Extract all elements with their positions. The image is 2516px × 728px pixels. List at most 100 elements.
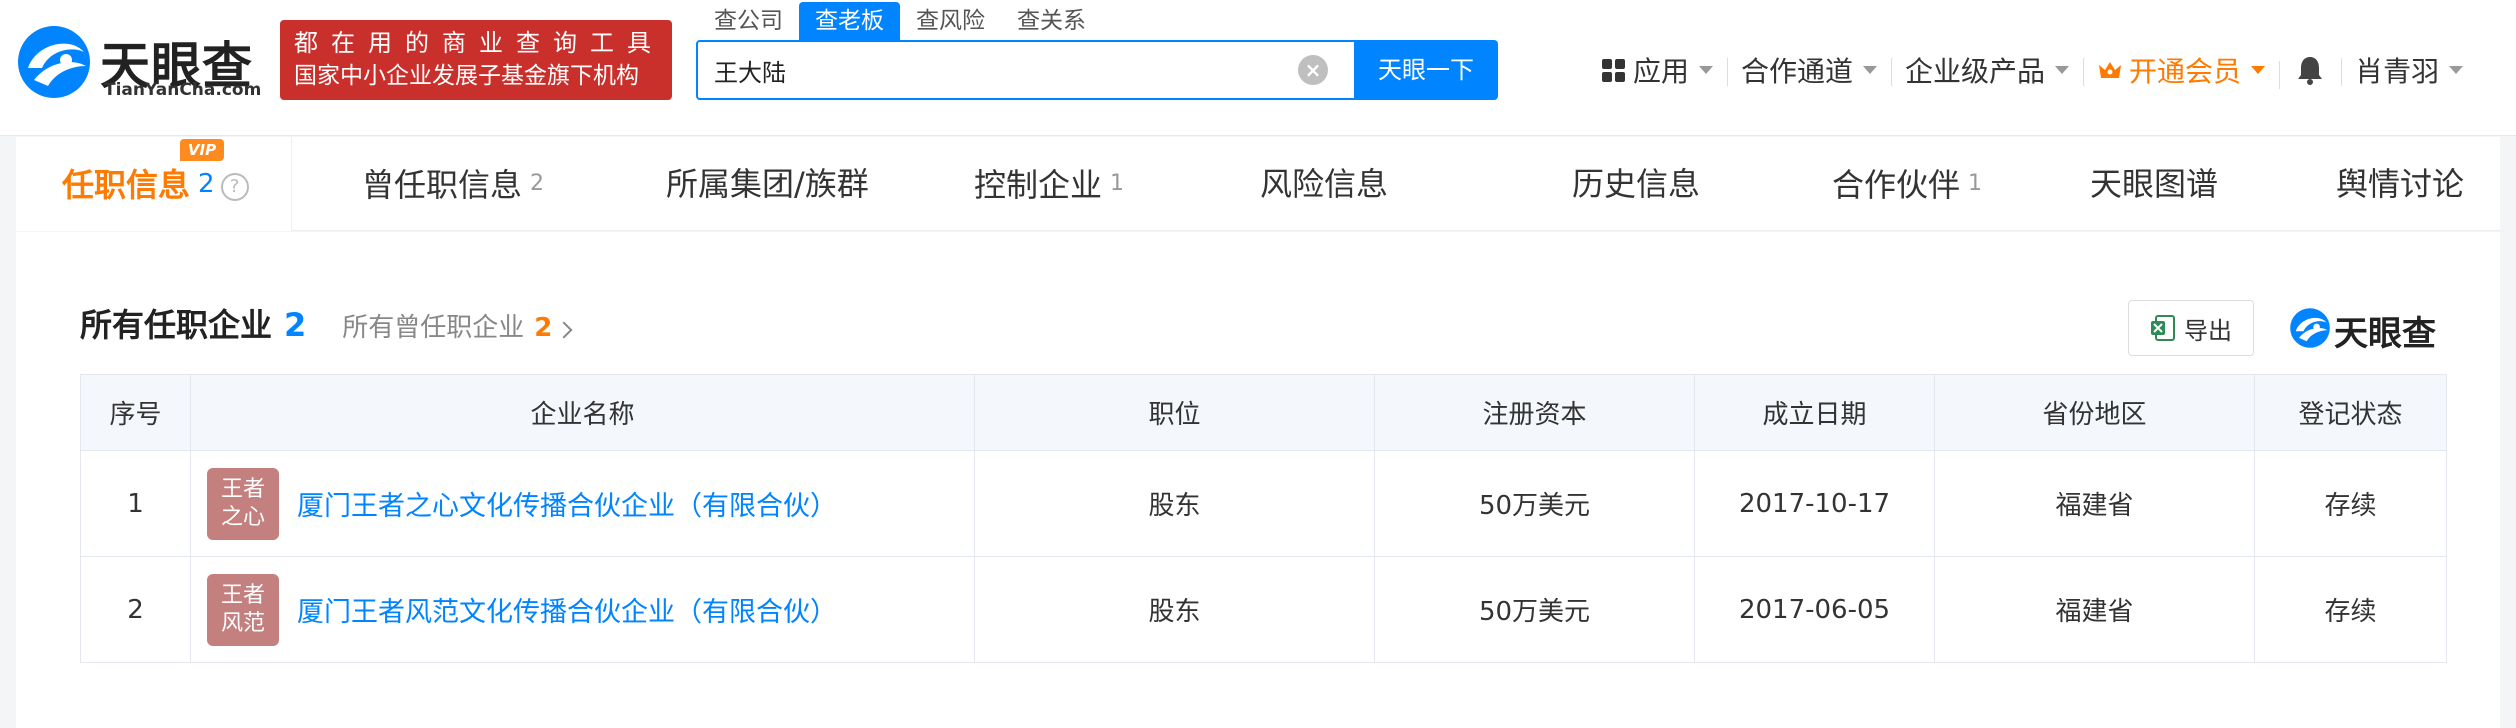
tab-label: 所属集团/族群	[666, 165, 869, 203]
search-box: × 天眼一下	[696, 40, 1498, 100]
cell-date: 2017-06-05	[1694, 556, 1935, 663]
cell-region: 福建省	[1934, 450, 2255, 557]
search-tab-company[interactable]: 查公司	[698, 2, 799, 40]
chevron-down-icon	[2251, 66, 2266, 74]
tab-partners[interactable]: 合作伙伴 1	[1832, 137, 1982, 231]
col-header-capital: 注册资本	[1374, 374, 1695, 451]
search-type-tabs: 查公司 查老板 查风险 查关系	[698, 2, 1102, 40]
search-tab-boss[interactable]: 查老板	[799, 2, 900, 40]
tab-label: 合作伙伴	[1832, 166, 1961, 204]
slogan-banner: 都在用的商业查询工具 国家中小企业发展子基金旗下机构	[280, 20, 672, 100]
section-count: 2	[284, 306, 307, 344]
export-label: 导出	[2184, 316, 2232, 345]
nav-channels-label: 合作通道	[1741, 55, 1854, 88]
tab-current-positions[interactable]: 任职信息 2?	[62, 137, 249, 231]
tianyancha-logo-icon	[2290, 308, 2330, 348]
brand-text: 天眼查	[2334, 314, 2436, 354]
tab-risk[interactable]: 风险信息	[1260, 137, 1388, 231]
nav-apps-label: 应用	[1633, 55, 1690, 88]
slogan-line-1: 都在用的商业查询工具	[294, 29, 664, 57]
cell-date: 2017-10-17	[1694, 450, 1935, 557]
table-row: 2 王者 风范 厦门王者风范文化传播合伙企业（有限合伙） 股东 50万美元 2017…	[80, 556, 2447, 663]
top-nav: 应用 合作通道 企业级产品 开通会员 肖青羽	[1588, 48, 2477, 92]
cell-capital: 50万美元	[1374, 556, 1695, 663]
tab-count: 1	[1110, 171, 1125, 196]
nav-notifications[interactable]	[2279, 53, 2341, 89]
tab-graph[interactable]: 天眼图谱	[2090, 137, 2218, 231]
tab-label: 风险信息	[1260, 165, 1389, 203]
tianyancha-logo-icon	[18, 26, 90, 98]
positions-table: 序号 企业名称 职位 注册资本 成立日期 省份地区 登记状态 1 王者 之心 厦门王…	[80, 374, 2447, 663]
chevron-down-icon	[2055, 66, 2070, 74]
tab-label: 历史信息	[1572, 165, 1701, 203]
avatar-line: 王者	[220, 582, 265, 608]
past-positions-link[interactable]: 所有曾任职企业	[342, 307, 524, 344]
search-tab-relation[interactable]: 查关系	[1001, 2, 1102, 40]
nav-user[interactable]: 肖青羽	[2341, 50, 2477, 90]
nav-channels[interactable]: 合作通道	[1727, 50, 1891, 90]
chevron-down-icon	[2449, 66, 2464, 74]
user-name: 肖青羽	[2355, 55, 2440, 88]
col-header-date: 成立日期	[1694, 374, 1935, 451]
brand-watermark: 天眼查	[2288, 302, 2468, 354]
tab-label: 控制企业	[974, 166, 1103, 204]
excel-icon	[2151, 315, 2175, 341]
col-header-status: 登记状态	[2254, 374, 2447, 451]
company-link[interactable]: 厦门王者之心文化传播合伙企业（有限合伙）	[297, 484, 837, 523]
company-link[interactable]: 厦门王者风范文化传播合伙企业（有限合伙）	[297, 590, 837, 629]
cell-index: 2	[80, 556, 191, 663]
chevron-down-icon	[1699, 66, 1714, 74]
site-logo[interactable]: 天眼查 TianYanCha.com	[14, 22, 264, 102]
top-header: 天眼查 TianYanCha.com 都在用的商业查询工具 国家中小企业发展子基…	[0, 0, 2516, 136]
past-positions-count: 2	[534, 313, 553, 343]
avatar-line: 王者	[220, 476, 265, 502]
avatar-line: 风范	[220, 610, 265, 636]
logo-text-en: TianYanCha.com	[104, 80, 262, 100]
clear-icon[interactable]: ×	[1298, 55, 1328, 85]
tab-label: 天眼图谱	[2090, 165, 2219, 203]
avatar-line: 之心	[220, 504, 265, 530]
col-header-region: 省份地区	[1934, 374, 2255, 451]
nav-vip-label: 开通会员	[2129, 55, 2242, 88]
tab-group[interactable]: 所属集团/族群	[666, 137, 869, 231]
bell-icon	[2298, 57, 2323, 85]
cell-company: 王者 之心 厦门王者之心文化传播合伙企业（有限合伙）	[190, 450, 975, 557]
cell-position: 股东	[974, 556, 1375, 663]
profile-tabbar: VIP 任职信息 2? 曾任职信息 2 所属集团/族群 控制企业 1 风险信息 历史信…	[16, 137, 2500, 231]
tab-past-positions[interactable]: 曾任职信息 2	[362, 137, 544, 231]
export-button[interactable]: 导出	[2128, 300, 2254, 356]
cell-status: 存续	[2254, 556, 2447, 663]
apps-grid-icon	[1602, 58, 1625, 82]
tab-label: 曾任职信息	[362, 166, 523, 204]
help-icon[interactable]: ?	[220, 173, 249, 201]
table-row: 1 王者 之心 厦门王者之心文化传播合伙企业（有限合伙） 股东 50万美元 2017…	[80, 450, 2447, 557]
company-avatar[interactable]: 王者 风范	[207, 573, 279, 646]
tab-controlled-companies[interactable]: 控制企业 1	[974, 137, 1124, 231]
cell-position: 股东	[974, 450, 1375, 557]
tab-history[interactable]: 历史信息	[1572, 137, 1700, 231]
nav-apps[interactable]: 应用	[1588, 50, 1727, 90]
crown-icon	[2099, 62, 2122, 78]
col-header-position: 职位	[974, 374, 1375, 451]
search-tab-risk[interactable]: 查风险	[900, 2, 1001, 40]
nav-vip[interactable]: 开通会员	[2083, 50, 2279, 90]
col-header-index: 序号	[80, 374, 191, 451]
table-header-row: 序号 企业名称 职位 注册资本 成立日期 省份地区 登记状态	[80, 374, 2447, 451]
chevron-right-icon[interactable]	[555, 321, 573, 339]
tab-discussion[interactable]: 舆情讨论	[2336, 137, 2464, 231]
search-button[interactable]: 天眼一下	[1354, 40, 1498, 100]
cell-index: 1	[80, 450, 191, 557]
tab-label: 舆情讨论	[2336, 165, 2465, 203]
tab-label: 任职信息	[62, 166, 191, 204]
tab-count: 2	[530, 171, 545, 196]
chevron-down-icon	[1863, 66, 1878, 74]
cell-status: 存续	[2254, 450, 2447, 557]
company-avatar[interactable]: 王者 之心	[207, 467, 279, 540]
main-content: 所有任职企业 2 所有曾任职企业 2 导出 天眼查 序号 企业名称 职位 注册资…	[16, 232, 2500, 728]
section-title: 所有任职企业	[80, 306, 273, 344]
search-input[interactable]	[714, 42, 1314, 98]
tab-count: 2	[198, 169, 215, 199]
slogan-line-2: 国家中小企业发展子基金旗下机构	[294, 63, 639, 89]
nav-enterprise[interactable]: 企业级产品	[1891, 50, 2083, 90]
tab-count: 1	[1968, 171, 1983, 196]
